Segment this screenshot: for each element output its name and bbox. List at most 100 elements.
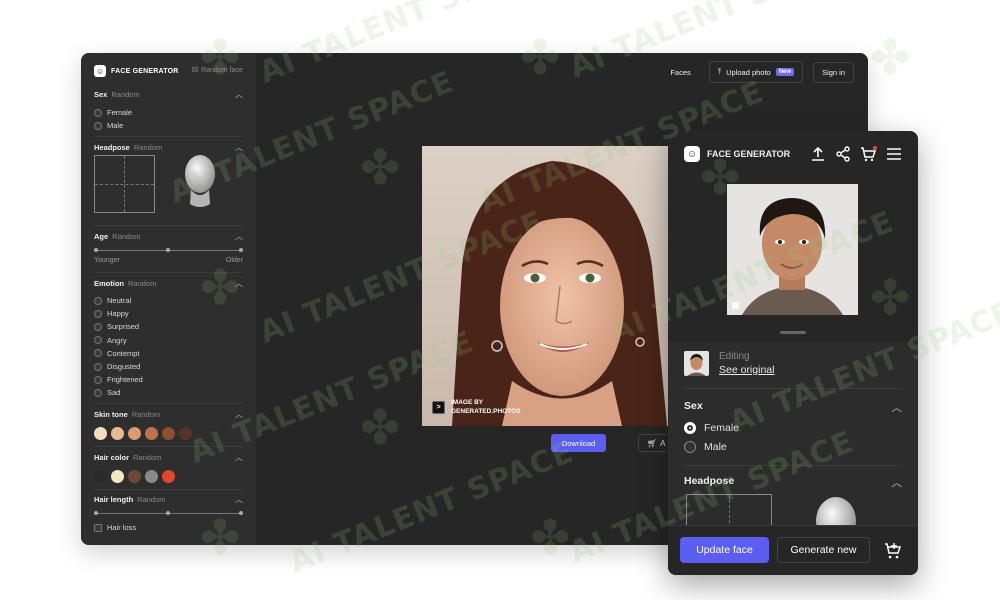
hair-color-swatch[interactable] — [111, 470, 124, 483]
radio-button[interactable] — [94, 296, 102, 305]
slider-handle[interactable] — [94, 511, 98, 515]
cart-icon[interactable] — [860, 146, 877, 162]
option-label: Female — [107, 108, 133, 118]
sex-header[interactable]: Sex Random ︿ — [94, 89, 243, 100]
upload-photo-button[interactable]: ⤒ Upload photo New — [708, 61, 804, 83]
slider-handle[interactable] — [94, 248, 98, 252]
menu-icon[interactable] — [886, 147, 902, 161]
radio-button[interactable] — [684, 441, 696, 453]
section-title: Age — [94, 232, 109, 241]
checkbox[interactable] — [94, 523, 102, 532]
hair-color-swatch[interactable] — [145, 470, 158, 483]
mobile-header-icons — [810, 146, 902, 162]
section-title: Skin tone — [94, 410, 128, 419]
skin-tone-swatch[interactable] — [162, 427, 175, 440]
skin-tone-header[interactable]: Skin tone Random ︿ — [94, 409, 243, 420]
sign-in-button[interactable]: Sign in — [813, 61, 854, 83]
chevron-up-icon: ︿ — [235, 495, 243, 504]
chevron-up-icon: ︿ — [235, 232, 243, 241]
radio-button[interactable] — [94, 375, 102, 384]
generate-new-button[interactable]: Generate new — [777, 537, 870, 563]
chevron-up-icon: ︿ — [235, 143, 243, 152]
divider — [684, 388, 902, 389]
radio-button[interactable] — [94, 309, 102, 318]
skin-tone-swatch[interactable] — [111, 427, 124, 440]
emotion-option-contempt[interactable]: Contempt — [94, 347, 243, 360]
chevron-up-icon: ︿ — [891, 477, 903, 489]
sex-option-male[interactable]: Male — [94, 119, 243, 132]
section-title: Headpose — [94, 143, 130, 152]
clover-watermark-icon: ✤ — [870, 32, 911, 85]
radio-button[interactable] — [94, 108, 102, 117]
slider-handle[interactable] — [239, 511, 243, 515]
divider — [94, 272, 243, 273]
slider-handle[interactable] — [239, 248, 243, 252]
section-title: Emotion — [94, 279, 124, 288]
random-tag: Random — [128, 279, 157, 288]
random-tag: Random — [131, 410, 161, 419]
dice-icon: ⚄ — [192, 67, 199, 74]
skin-tone-swatch[interactable] — [179, 427, 192, 440]
emotion-option-sad[interactable]: Sad — [94, 386, 243, 399]
option-label: Angry — [107, 335, 127, 345]
emotion-option-angry[interactable]: Angry — [94, 334, 243, 347]
radio-button[interactable] — [94, 362, 102, 371]
chevron-up-icon: ︿ — [235, 279, 243, 288]
emotion-option-surprised[interactable]: Surprised — [94, 320, 243, 333]
sex-option-male[interactable]: Male — [684, 441, 727, 453]
sex-section-header[interactable]: Sex ︿ — [684, 400, 902, 415]
mobile-brand[interactable]: ☺ FACE GENERATOR — [684, 146, 790, 162]
emotion-option-frightened[interactable]: Frightened — [94, 373, 243, 386]
see-original-link[interactable]: See original — [719, 364, 774, 376]
sex-option-female[interactable]: Female — [94, 106, 243, 119]
emotion-option-neutral[interactable]: Neutral — [94, 294, 243, 307]
age-section: Age Random ︿ Younger Older — [94, 231, 243, 264]
radio-button[interactable] — [94, 336, 102, 345]
headpose-section-header[interactable]: Headpose ︿ — [684, 475, 902, 490]
hair-color-swatch[interactable] — [162, 470, 175, 483]
headpose-header[interactable]: Headpose Random ︿ — [94, 142, 243, 153]
radio-button[interactable] — [94, 388, 102, 397]
section-title: Sex — [94, 90, 108, 99]
image-credit: > IMAGE BY GENERATED.PHOTOS — [432, 398, 520, 416]
emotion-option-disgusted[interactable]: Disgusted — [94, 360, 243, 373]
radio-button-selected[interactable] — [684, 422, 696, 434]
skin-tone-swatch[interactable] — [145, 427, 158, 440]
hair-length-header[interactable]: Hair length Random ︿ — [94, 494, 243, 505]
hair-loss-option[interactable]: Hair loss — [94, 521, 243, 534]
update-face-button[interactable]: Update face — [680, 537, 769, 563]
skin-tone-swatch[interactable] — [94, 427, 107, 440]
sex-section: Sex Random ︿ Female Male — [94, 89, 243, 132]
download-button[interactable]: Download — [551, 434, 606, 452]
brand-name: FACE GENERATOR — [707, 149, 791, 159]
age-header[interactable]: Age Random ︿ — [94, 231, 243, 242]
random-tag: Random — [111, 90, 140, 99]
hair-color-swatches — [94, 470, 243, 483]
share-icon[interactable] — [835, 146, 851, 162]
age-slider[interactable] — [94, 248, 243, 252]
faces-link[interactable]: Faces — [662, 63, 698, 82]
hair-color-swatch[interactable] — [128, 470, 141, 483]
head-model-icon — [185, 155, 215, 207]
radio-button[interactable] — [94, 349, 102, 358]
sex-option-female[interactable]: Female — [684, 422, 739, 434]
emotion-header[interactable]: Emotion Random ︿ — [94, 278, 243, 289]
add-to-cart-icon[interactable] — [884, 542, 902, 559]
radio-button[interactable] — [94, 121, 102, 130]
radio-button[interactable] — [94, 322, 102, 331]
hair-color-swatch[interactable] — [94, 470, 107, 483]
generated-face-image: > IMAGE BY GENERATED.PHOTOS — [422, 146, 674, 426]
upload-icon[interactable] — [810, 146, 826, 162]
hair-length-slider[interactable] — [94, 511, 243, 515]
random-face-label: Random face — [201, 66, 243, 74]
section-title: Headpose — [684, 475, 735, 487]
brand[interactable]: ☺ FACE GENERATOR — [94, 65, 179, 77]
emotion-option-happy[interactable]: Happy — [94, 307, 243, 320]
hair-color-header[interactable]: Hair color Random ︿ — [94, 452, 243, 463]
random-face-button[interactable]: ⚄ Random face — [192, 66, 243, 75]
skin-tone-swatch[interactable] — [128, 427, 141, 440]
headpose-grid[interactable] — [94, 155, 155, 213]
drag-handle[interactable] — [780, 331, 806, 334]
slider-tick — [166, 248, 170, 252]
option-label: Sad — [107, 388, 121, 398]
